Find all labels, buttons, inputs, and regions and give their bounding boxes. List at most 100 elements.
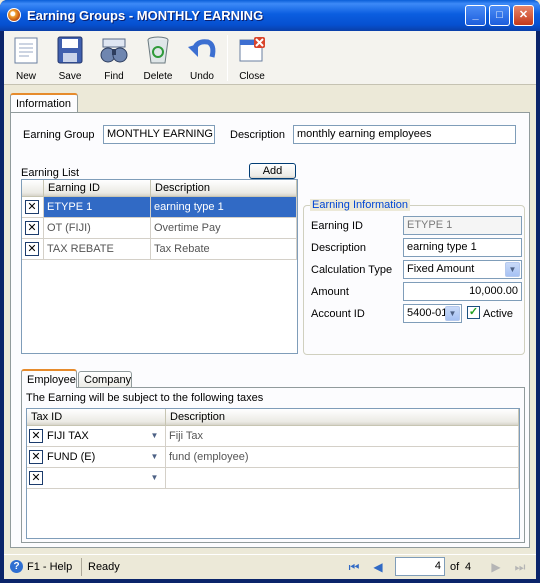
- record-number-input[interactable]: 4: [395, 557, 445, 576]
- close-window-button[interactable]: ✕: [513, 5, 534, 26]
- table-row[interactable]: ✕ ETYPE 1 earning type 1: [22, 197, 297, 218]
- help-hint: F1 - Help: [27, 561, 73, 573]
- tax-id-cell[interactable]: ✕ FUND (E) ▼: [27, 447, 166, 468]
- earning-id-cell: TAX REBATE: [44, 239, 151, 260]
- table-row[interactable]: ✕ OT (FIJI) Overtime Pay: [22, 218, 297, 239]
- earning-list-title: Earning List: [21, 167, 80, 179]
- save-label: Save: [58, 71, 82, 82]
- window-title: Earning Groups - MONTHLY EARNING: [27, 8, 264, 23]
- earning-description-cell: earning type 1: [151, 197, 297, 218]
- earning-grid-corner: [22, 180, 44, 197]
- tab-company[interactable]: Company: [78, 371, 132, 388]
- find-button[interactable]: Find: [92, 33, 136, 83]
- tax-id-value: FUND (E): [47, 451, 96, 463]
- earning-id-cell: ETYPE 1: [44, 197, 151, 218]
- tax-description-cell: fund (employee): [166, 447, 519, 468]
- undo-arrow-icon: [188, 39, 216, 58]
- tab-information[interactable]: Information: [10, 93, 78, 112]
- table-row[interactable]: ✕ FUND (E) ▼ fund (employee): [27, 447, 519, 468]
- chevron-down-icon[interactable]: ▼: [445, 306, 460, 321]
- calculation-type-value: Fixed Amount: [407, 263, 475, 275]
- tax-id-column-header[interactable]: Tax ID: [27, 409, 166, 426]
- recycle-bin-icon: [147, 36, 169, 64]
- delete-row-icon[interactable]: ✕: [25, 242, 39, 256]
- earning-group-field[interactable]: MONTHLY EARNING: [103, 125, 215, 144]
- add-earning-label: Add: [262, 165, 283, 177]
- table-row[interactable]: ✕ FIJI TAX ▼ Fiji Tax: [27, 426, 519, 447]
- new-button[interactable]: New: [4, 33, 48, 83]
- delete-row-icon[interactable]: ✕: [29, 471, 43, 485]
- active-label: Active: [483, 308, 513, 320]
- delete-row-icon[interactable]: ✕: [25, 200, 39, 214]
- delete-row-icon[interactable]: ✕: [29, 450, 43, 464]
- record-of-label: of: [450, 561, 460, 573]
- previous-record-icon[interactable]: ◀: [371, 560, 385, 574]
- earning-group-label: Earning Group: [23, 129, 95, 141]
- earning-id-field[interactable]: ETYPE 1: [403, 216, 522, 235]
- earning-description-label: Description: [311, 242, 367, 254]
- earning-description-cell: Tax Rebate: [151, 239, 297, 260]
- calculation-type-select[interactable]: Fixed Amount ▼: [403, 260, 522, 279]
- taxes-caption: The Earning will be subject to the follo…: [26, 392, 264, 404]
- table-row[interactable]: ✕ ▼: [27, 468, 519, 489]
- tab-employee[interactable]: Employee: [21, 369, 77, 388]
- delete-label: Delete: [143, 71, 173, 82]
- undo-label: Undo: [190, 71, 214, 82]
- description-label: Description: [230, 129, 286, 141]
- earning-description-column-header[interactable]: Description: [151, 180, 297, 197]
- tax-id-cell[interactable]: ✕ FIJI TAX ▼: [27, 426, 166, 447]
- toolbar-separator: [227, 35, 228, 81]
- row-delete-cell: ✕: [22, 218, 44, 239]
- account-id-label: Account ID: [311, 308, 365, 320]
- tab-information-label: Information: [16, 98, 72, 110]
- undo-button[interactable]: Undo: [180, 33, 224, 83]
- earning-list-grid: Earning ID Description ✕ ETYPE 1 earning…: [21, 179, 298, 354]
- minimize-button[interactable]: _: [465, 5, 486, 26]
- new-document-icon: [14, 37, 38, 64]
- employee-tax-panel: The Earning will be subject to the follo…: [21, 387, 525, 543]
- chevron-down-icon[interactable]: ▼: [147, 471, 162, 486]
- add-earning-button[interactable]: Add: [249, 163, 296, 179]
- first-record-icon[interactable]: ⏮: [347, 560, 361, 574]
- taxes-grid: Tax ID Description ✕ FIJI TAX ▼ Fiji Tax…: [26, 408, 520, 539]
- tax-id-value: FIJI TAX: [47, 430, 89, 442]
- chevron-down-icon[interactable]: ▼: [147, 450, 162, 465]
- save-disk-icon: [57, 36, 83, 64]
- status-text: Ready: [88, 561, 120, 573]
- earning-description-cell: Overtime Pay: [151, 218, 297, 239]
- tax-id-cell[interactable]: ✕ ▼: [27, 468, 166, 489]
- tax-description-cell: [166, 468, 519, 489]
- title-bar[interactable]: Earning Groups - MONTHLY EARNING _ □ ✕: [0, 0, 540, 31]
- tax-description-column-header[interactable]: Description: [166, 409, 519, 426]
- next-record-icon[interactable]: ▶: [489, 560, 503, 574]
- app-window: Earning Groups - MONTHLY EARNING _ □ ✕ N…: [0, 0, 540, 583]
- last-record-icon[interactable]: ⏭: [513, 560, 527, 574]
- find-label: Find: [104, 71, 124, 82]
- delete-row-icon[interactable]: ✕: [29, 429, 43, 443]
- calculation-type-label: Calculation Type: [311, 264, 393, 276]
- chevron-down-icon[interactable]: ▼: [147, 429, 162, 444]
- earning-description-field[interactable]: earning type 1: [403, 238, 522, 257]
- amount-field[interactable]: 10,000.00: [403, 282, 522, 301]
- delete-button[interactable]: Delete: [136, 33, 180, 83]
- row-delete-cell: ✕: [22, 197, 44, 218]
- status-bar: ? F1 - Help Ready ⏮ ◀ 4 of 4 ▶ ⏭: [4, 554, 536, 579]
- active-checkbox[interactable]: ✓: [467, 306, 480, 319]
- amount-label: Amount: [311, 286, 349, 298]
- account-id-select[interactable]: 5400-01 ▼: [403, 304, 462, 323]
- earning-id-label: Earning ID: [311, 220, 363, 232]
- earning-id-cell: OT (FIJI): [44, 218, 151, 239]
- close-button[interactable]: Close: [230, 33, 274, 83]
- table-row[interactable]: ✕ TAX REBATE Tax Rebate: [22, 239, 297, 260]
- status-divider: [81, 558, 82, 576]
- delete-row-icon[interactable]: ✕: [25, 221, 39, 235]
- chevron-down-icon[interactable]: ▼: [505, 262, 520, 277]
- maximize-button[interactable]: □: [489, 5, 510, 26]
- earning-id-column-header[interactable]: Earning ID: [44, 180, 151, 197]
- record-total: 4: [465, 561, 472, 573]
- client-area: New Save Find Delete Undo Close Informat…: [4, 31, 536, 579]
- save-button[interactable]: Save: [48, 33, 92, 83]
- tax-description-cell: Fiji Tax: [166, 426, 519, 447]
- help-icon[interactable]: ?: [10, 560, 23, 573]
- description-field[interactable]: monthly earning employees: [293, 125, 516, 144]
